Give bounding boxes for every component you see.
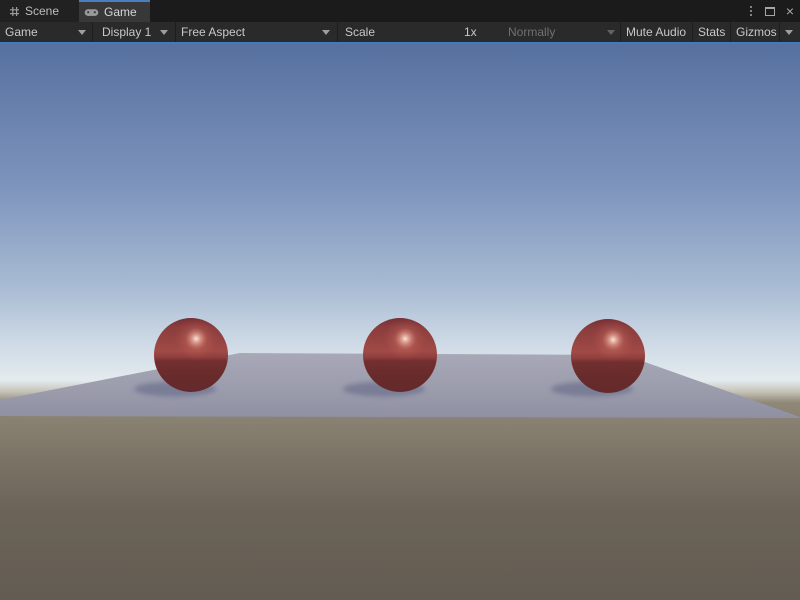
aspect-ratio-dropdown[interactable]: Free Aspect bbox=[181, 22, 245, 42]
chevron-down-icon bbox=[607, 30, 615, 35]
sphere-specular-highlight bbox=[571, 319, 645, 393]
sphere-specular-highlight bbox=[363, 318, 437, 392]
toolbar-separator bbox=[779, 22, 780, 42]
close-icon[interactable]: × bbox=[786, 4, 794, 18]
chevron-down-icon[interactable] bbox=[160, 30, 168, 35]
aspect-ratio-label: Free Aspect bbox=[181, 25, 245, 39]
grid-icon bbox=[9, 6, 20, 17]
menu-kebab-icon[interactable] bbox=[748, 4, 754, 18]
view-mode-label: Game bbox=[5, 25, 38, 39]
toolbar-separator bbox=[620, 22, 621, 42]
gizmos-button[interactable]: Gizmos bbox=[736, 22, 777, 42]
tab-game-label: Game bbox=[104, 5, 137, 19]
game-render-viewport[interactable] bbox=[0, 44, 800, 600]
sphere-specular-highlight bbox=[154, 318, 228, 392]
toolbar-separator bbox=[692, 22, 693, 42]
view-mode-dropdown[interactable]: Game bbox=[5, 22, 38, 42]
tab-scene[interactable]: Scene bbox=[0, 0, 79, 22]
chevron-down-icon[interactable] bbox=[78, 30, 86, 35]
window-controls: × bbox=[748, 0, 800, 22]
display-label: Display 1 bbox=[102, 25, 151, 39]
chevron-down-icon[interactable] bbox=[785, 30, 793, 35]
maximize-on-play-dropdown[interactable]: Normally bbox=[508, 22, 555, 42]
scale-label: Scale bbox=[345, 22, 375, 42]
game-scene-svg bbox=[0, 44, 800, 600]
scale-value: 1x bbox=[464, 22, 477, 42]
toolbar-separator bbox=[92, 22, 93, 42]
tab-scene-label: Scene bbox=[25, 4, 59, 18]
chevron-down-icon[interactable] bbox=[322, 30, 330, 35]
stats-button[interactable]: Stats bbox=[698, 22, 725, 42]
gamepad-icon bbox=[84, 7, 99, 18]
toolbar-separator bbox=[337, 22, 338, 42]
display-dropdown[interactable]: Display 1 bbox=[102, 22, 151, 42]
toolbar-separator bbox=[175, 22, 176, 42]
toolbar-separator bbox=[730, 22, 731, 42]
unity-game-window: Scene Game × Game Display 1 bbox=[0, 0, 800, 600]
maximize-on-play-label: Normally bbox=[508, 25, 555, 39]
game-view-toolbar: Game Display 1 Free Aspect Scale 1x Norm… bbox=[0, 22, 800, 42]
mute-audio-button[interactable]: Mute Audio bbox=[626, 22, 686, 42]
tab-game[interactable]: Game bbox=[79, 0, 150, 22]
maximize-icon[interactable] bbox=[765, 7, 775, 16]
tab-bar: Scene Game × bbox=[0, 0, 800, 22]
